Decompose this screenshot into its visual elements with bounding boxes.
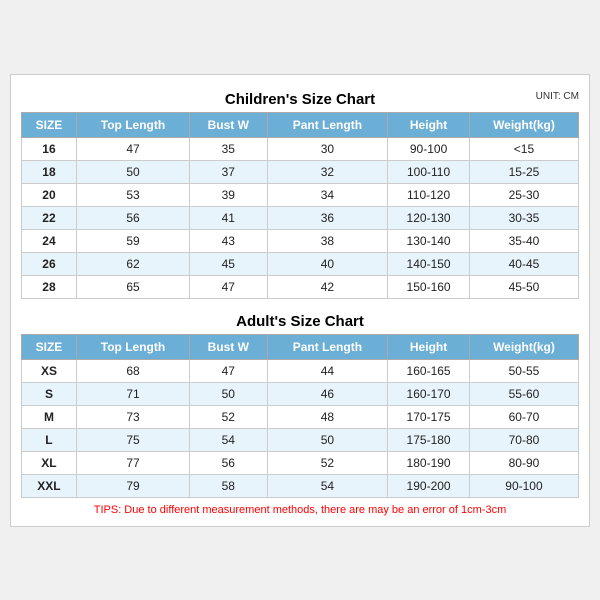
adult-header-row: SIZE Top Length Bust W Pant Length Heigh… — [22, 334, 579, 359]
table-row: 20533934110-12025-30 — [22, 183, 579, 206]
children-table: SIZE Top Length Bust W Pant Length Heigh… — [21, 112, 579, 299]
children-title-text: Children's Size Chart — [225, 91, 375, 108]
adult-header-height: Height — [388, 334, 470, 359]
children-header-weight: Weight(kg) — [469, 112, 578, 137]
chart-container: Children's Size Chart UNIT: CM SIZE Top … — [10, 74, 590, 527]
children-header-size: SIZE — [22, 112, 77, 137]
adult-header-bust-w: Bust W — [190, 334, 268, 359]
adult-header-weight: Weight(kg) — [469, 334, 578, 359]
table-row: XXL795854190-20090-100 — [22, 474, 579, 497]
table-row: L755450175-18070-80 — [22, 428, 579, 451]
children-section-title: Children's Size Chart UNIT: CM — [21, 85, 579, 112]
adult-section-title: Adult's Size Chart — [21, 307, 579, 334]
children-header-row: SIZE Top Length Bust W Pant Length Heigh… — [22, 112, 579, 137]
adult-header-size: SIZE — [22, 334, 77, 359]
adult-header-pant-length: Pant Length — [267, 334, 388, 359]
table-row: 18503732100-11015-25 — [22, 160, 579, 183]
table-row: XS684744160-16550-55 — [22, 359, 579, 382]
table-row: 1647353090-100<15 — [22, 137, 579, 160]
children-header-bust-w: Bust W — [190, 112, 268, 137]
table-row: 24594338130-14035-40 — [22, 229, 579, 252]
children-unit-label: UNIT: CM — [536, 91, 579, 102]
adult-header-top-length: Top Length — [76, 334, 189, 359]
tips-text: TIPS: Due to different measurement metho… — [21, 504, 579, 516]
table-row: M735248170-17560-70 — [22, 405, 579, 428]
children-header-top-length: Top Length — [76, 112, 189, 137]
table-row: S715046160-17055-60 — [22, 382, 579, 405]
adult-table: SIZE Top Length Bust W Pant Length Heigh… — [21, 334, 579, 498]
table-row: XL775652180-19080-90 — [22, 451, 579, 474]
adult-title-text: Adult's Size Chart — [236, 313, 364, 330]
table-row: 28654742150-16045-50 — [22, 275, 579, 298]
table-row: 22564136120-13030-35 — [22, 206, 579, 229]
children-header-pant-length: Pant Length — [267, 112, 388, 137]
children-header-height: Height — [388, 112, 470, 137]
table-row: 26624540140-15040-45 — [22, 252, 579, 275]
